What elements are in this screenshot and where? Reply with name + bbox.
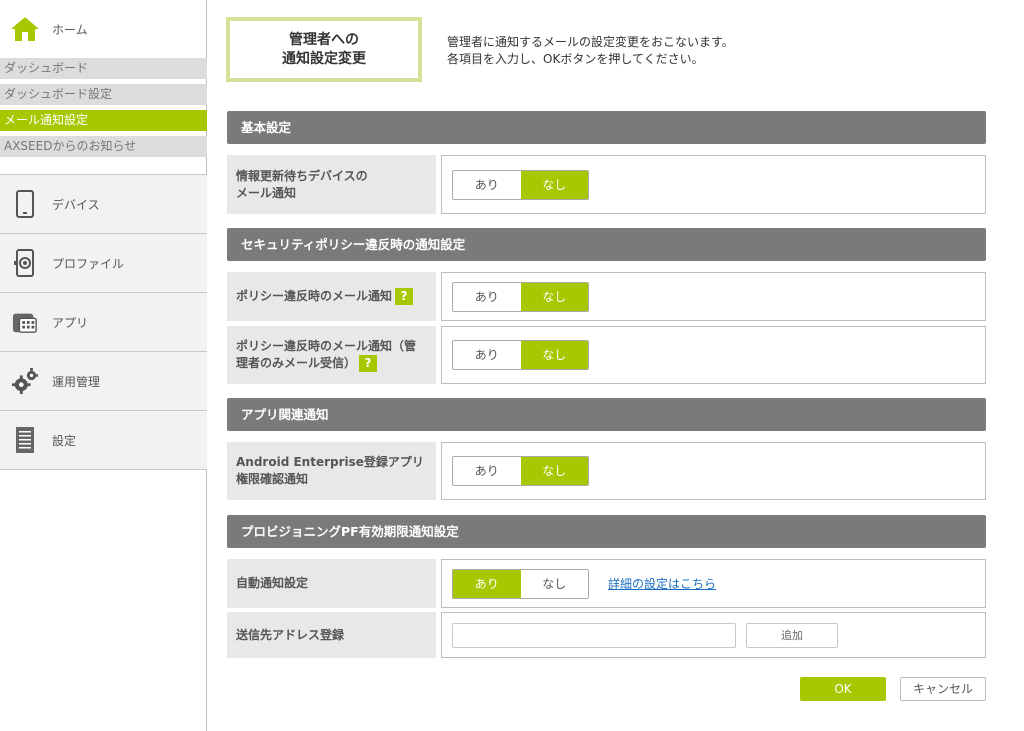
row-value: あり なし [441,155,986,214]
toggle-off[interactable]: なし [520,569,588,598]
row-policy-violation: ポリシー違反時のメール通知 ? あり なし [227,272,986,321]
toggle-on[interactable]: あり [453,282,521,311]
toggle-on[interactable]: あり [453,457,521,485]
toggle-on[interactable]: あり [453,170,521,199]
page-title: 管理者への 通知設定変更 [226,17,422,82]
sidebar-item-dashboard[interactable]: ダッシュボード [0,58,207,79]
page-description-line1: 管理者に通知するメールの設定変更をおこないます。 [447,35,734,49]
row-label-line1: 情報更新待ちデバイスの [236,168,368,183]
row-value: 追加 [441,612,986,658]
main-nav: デバイス プロファイル アプリ 運用管理 設定 [0,174,207,470]
policy-violation-toggle: あり なし [452,281,589,312]
row-value: あり なし 詳細の設定はこちら [441,559,986,608]
toggle-on[interactable]: あり [453,569,521,598]
row-policy-violation-admin: ポリシー違反時のメール通知（管 理者のみメール受信）? あり なし [227,326,986,384]
row-auto-notify: 自動通知設定 あり なし 詳細の設定はこちら [227,559,986,608]
toggle-off[interactable]: なし [520,282,588,311]
toggle-off[interactable]: なし [520,457,588,485]
recipient-address-input[interactable] [452,622,736,648]
app-icon [12,307,38,337]
nav-label-settings: 設定 [52,433,77,448]
row-label-line1: Android Enterprise登録アプリ [236,455,424,469]
android-enterprise-toggle: あり なし [452,456,589,486]
section-header-basic: 基本設定 [227,111,986,144]
row-label: ポリシー違反時のメール通知 ? [227,272,436,321]
row-label: Android Enterprise登録アプリ 権限確認通知 [227,442,436,500]
home-label: ホーム [52,22,88,37]
nav-item-profile[interactable]: プロファイル [0,234,207,293]
row-device-update: 情報更新待ちデバイスの メール通知 あり なし [227,155,986,214]
row-label-line2: 理者のみメール受信） [236,356,357,370]
toggle-on[interactable]: あり [453,341,521,369]
page-title-line1: 管理者への [289,31,359,48]
row-recipient: 送信先アドレス登録 追加 [227,612,986,658]
auto-notify-toggle: あり なし [452,568,589,599]
row-value: あり なし [441,272,986,321]
row-label: 情報更新待ちデバイスの メール通知 [227,155,436,214]
sub-nav: ダッシュボード ダッシュボード設定 メール通知設定 AXSEEDからのお知らせ [0,58,207,162]
device-update-toggle: あり なし [452,169,589,200]
sidebar: ホーム ダッシュボード ダッシュボード設定 メール通知設定 AXSEEDからのお… [0,0,207,731]
nav-label-profile: プロファイル [52,256,125,271]
section-header-app: アプリ関連通知 [227,398,986,431]
settings-doc-icon [12,425,38,455]
policy-violation-admin-toggle: あり なし [452,340,589,370]
profile-icon [12,248,38,278]
sidebar-item-axseed-news[interactable]: AXSEEDからのお知らせ [0,136,207,157]
home-icon [11,17,39,41]
nav-item-device[interactable]: デバイス [0,175,207,234]
nav-label-device: デバイス [52,197,100,212]
nav-label-app: アプリ [52,315,89,330]
row-label-line2: 権限確認通知 [236,472,309,486]
detail-settings-link[interactable]: 詳細の設定はこちら [608,575,716,592]
help-icon[interactable]: ? [359,355,378,372]
add-address-button[interactable]: 追加 [746,622,838,648]
toggle-off[interactable]: なし [520,341,588,369]
toggle-off[interactable]: なし [520,170,588,199]
home-link[interactable]: ホーム [10,14,88,44]
nav-item-app[interactable]: アプリ [0,293,207,352]
row-value: あり なし [441,442,986,500]
page-description: 管理者に通知するメールの設定変更をおこないます。 各項目を入力し、OKボタンを押… [447,34,734,68]
row-label-line1: ポリシー違反時のメール通知（管 [236,339,417,353]
row-label: 送信先アドレス登録 [227,612,436,658]
nav-item-operation[interactable]: 運用管理 [0,352,207,411]
sidebar-item-dashboard-settings[interactable]: ダッシュボード設定 [0,84,207,105]
nav-item-settings[interactable]: 設定 [0,411,207,470]
gear-icon [12,366,38,396]
device-icon [12,189,38,219]
section-header-provisioning: プロビジョニングPF有効期限通知設定 [227,515,986,548]
page-title-line2: 通知設定変更 [282,50,366,67]
nav-label-operation: 運用管理 [52,374,101,389]
row-label: 自動通知設定 [227,559,436,608]
row-label: ポリシー違反時のメール通知（管 理者のみメール受信）? [227,326,436,384]
row-label-text: ポリシー違反時のメール通知 [236,289,393,303]
ok-button[interactable]: OK [800,677,886,701]
row-value: あり なし [441,326,986,384]
section-header-security: セキュリティポリシー違反時の通知設定 [227,228,986,261]
page-description-line2: 各項目を入力し、OKボタンを押してください。 [447,52,704,66]
help-icon[interactable]: ? [395,288,414,305]
cancel-button[interactable]: キャンセル [900,677,986,701]
sidebar-item-mail-notification[interactable]: メール通知設定 [0,110,207,131]
row-android-enterprise: Android Enterprise登録アプリ 権限確認通知 あり なし [227,442,986,500]
row-label-line2: メール通知 [236,185,297,200]
